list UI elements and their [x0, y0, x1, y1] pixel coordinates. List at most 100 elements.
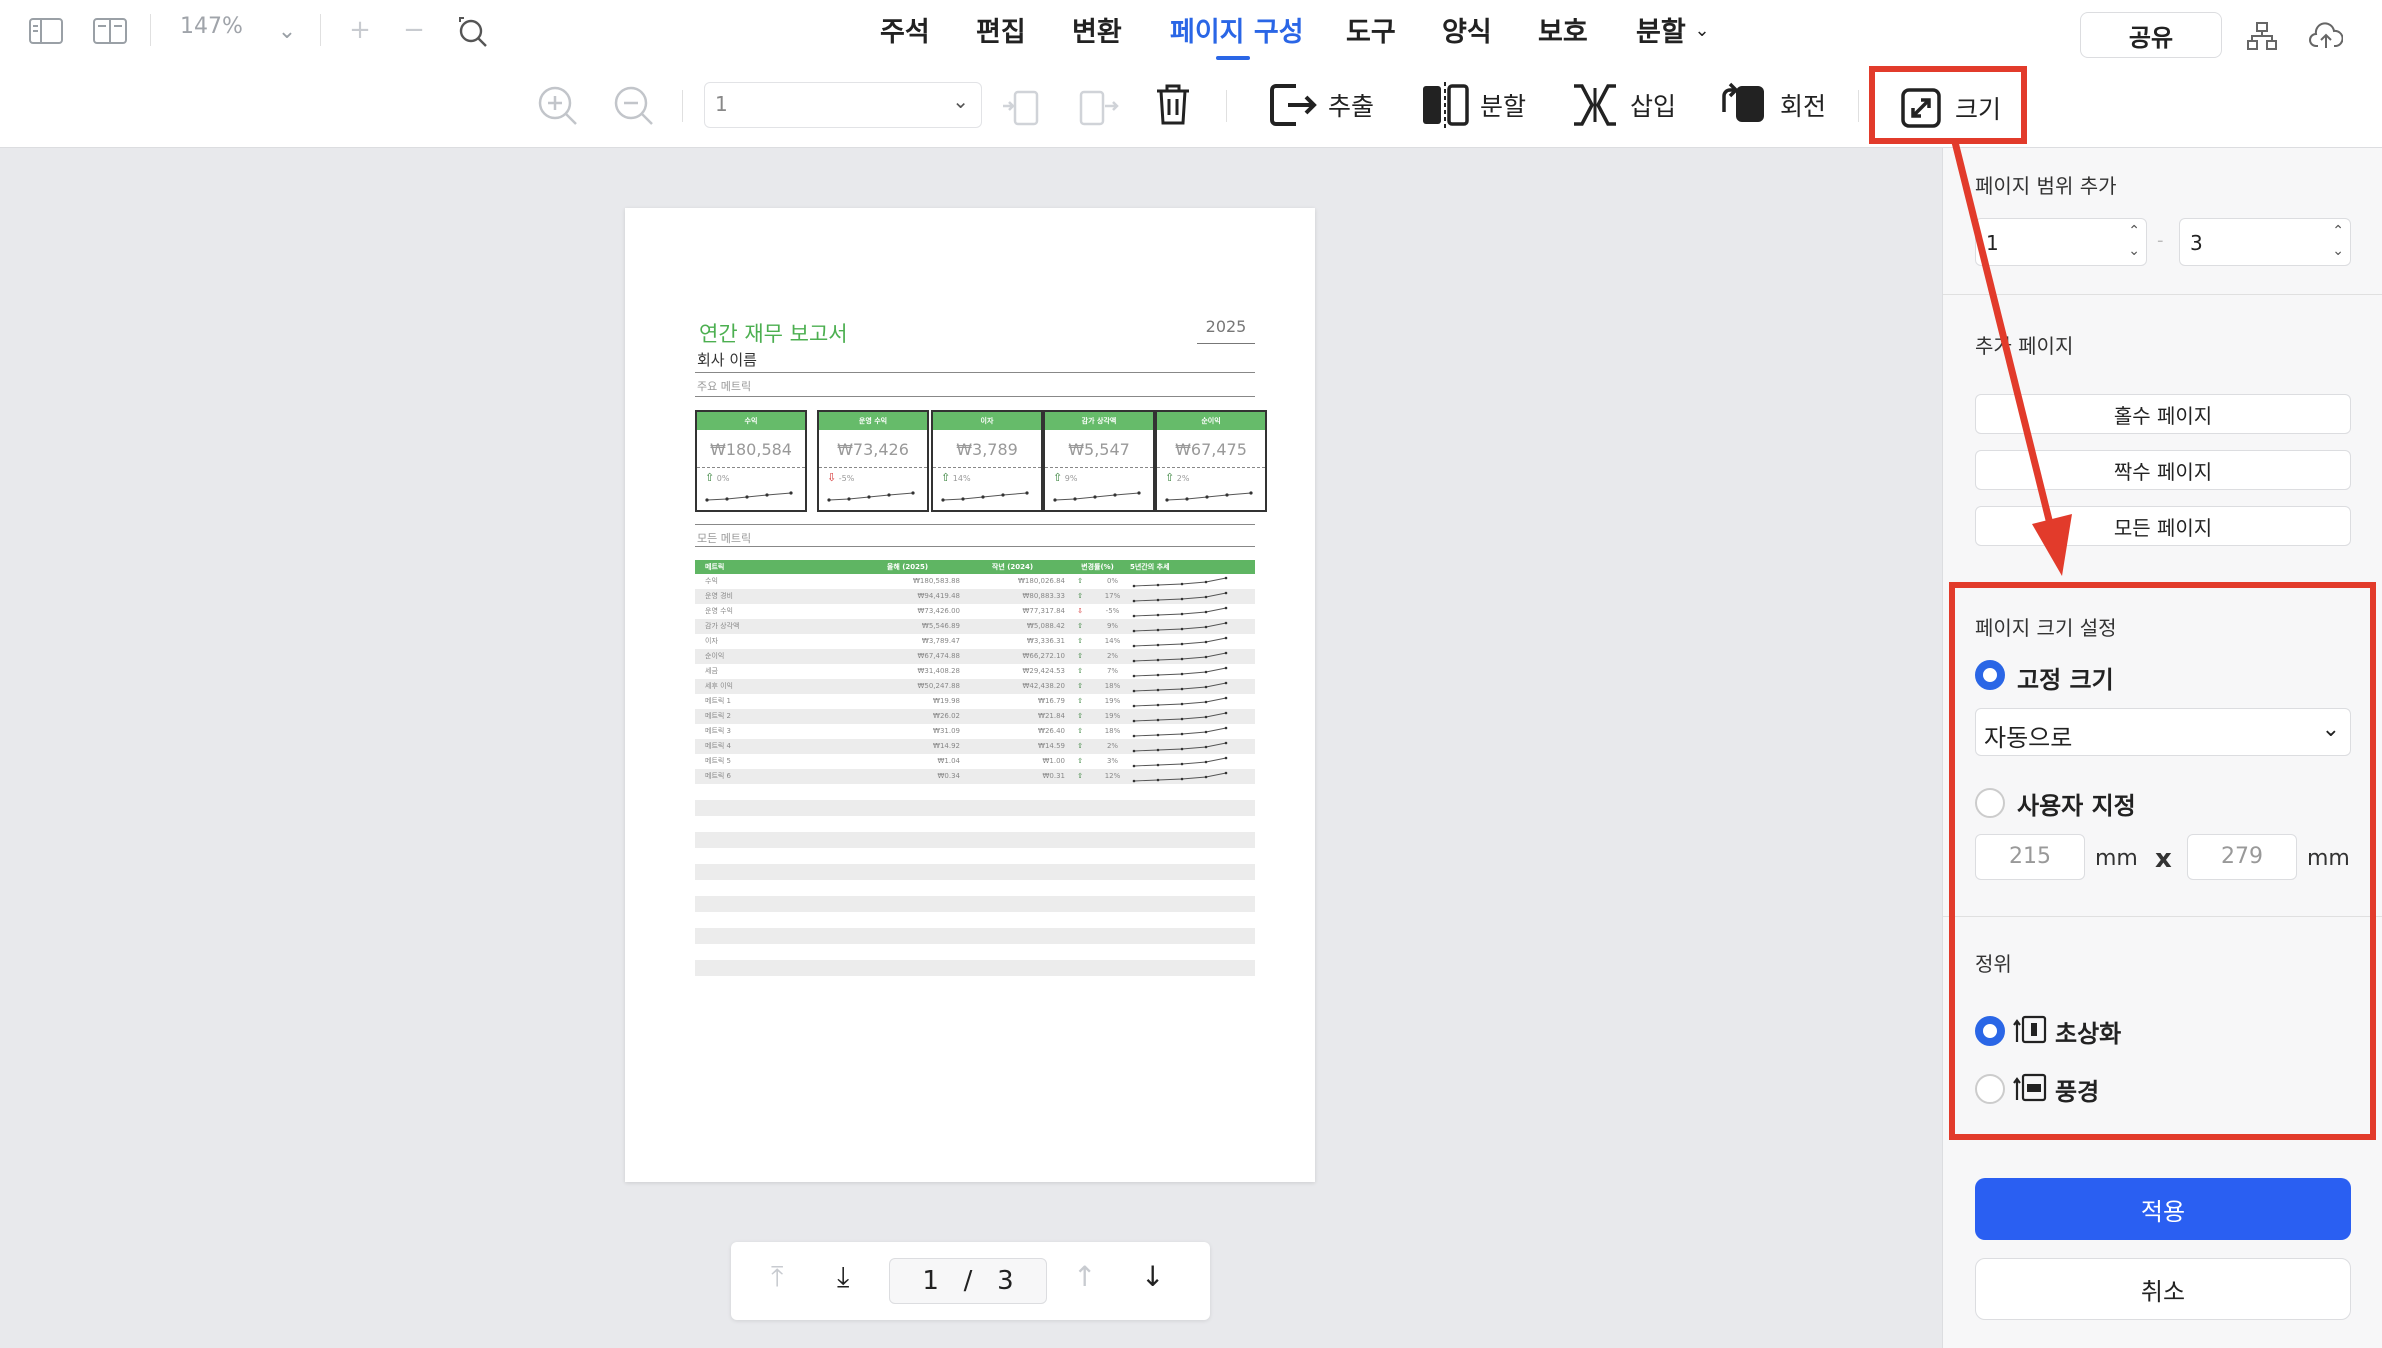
extract-button[interactable]: 추출 — [1268, 80, 1374, 130]
insert-button[interactable]: 삽입 — [1570, 80, 1676, 130]
previous-page-icon[interactable]: ↑ — [1073, 1260, 1096, 1293]
share-button[interactable]: 공유 — [2080, 12, 2222, 58]
metric-name: 감가 상각액 — [705, 622, 740, 630]
cloud-upload-icon[interactable] — [2306, 18, 2346, 54]
change-pct: 12% — [1104, 772, 1121, 780]
tab-forms[interactable]: 양식 — [1442, 10, 1492, 49]
org-chart-icon[interactable] — [2244, 18, 2280, 54]
two-page-view-icon[interactable] — [90, 16, 130, 46]
metric-card-value: ₩180,584 — [697, 430, 805, 468]
arrow-up-icon: ⇧ — [705, 471, 715, 484]
split-button[interactable]: 분할 — [1420, 80, 1526, 130]
zoom-in-plus-icon[interactable]: + — [344, 14, 376, 46]
metric-name: 메트릭 1 — [705, 697, 731, 705]
even-pages-button[interactable]: 짝수 페이지 — [1975, 450, 2351, 490]
divider-line — [695, 524, 1255, 525]
sidebar-toggle-icon[interactable] — [26, 16, 66, 46]
change-pct: 9% — [1106, 622, 1119, 630]
tab-tools[interactable]: 도구 — [1346, 10, 1396, 49]
stepper-icon[interactable]: ⌃ ⌄ — [2128, 221, 2140, 261]
column-header-trend: 5년간의 추세 — [1130, 563, 1170, 571]
split-tab-chevron-icon[interactable]: ⌄ — [1690, 18, 1714, 42]
trend-sparkline — [1130, 679, 1240, 694]
zoom-out-minus-icon[interactable]: − — [398, 14, 430, 46]
arrow-down-icon: ⇩ — [1077, 607, 1083, 615]
resize-icon — [1901, 88, 1941, 128]
tab-split[interactable]: 분할 — [1636, 10, 1686, 49]
size-button[interactable]: 크기 — [1869, 66, 2027, 144]
tab-edit[interactable]: 편집 — [976, 10, 1026, 49]
zoom-out-icon[interactable] — [610, 82, 656, 128]
table-empty-row — [695, 960, 1255, 976]
table-row: 세금 ₩31,408.28 ₩29,424.53 ⇧ 7% — [695, 664, 1255, 679]
arrow-up-icon: ⇧ — [1077, 577, 1083, 585]
metric-card-change: ⇧ 9% — [1045, 468, 1153, 484]
apply-button[interactable]: 적용 — [1975, 1178, 2351, 1240]
top-bar: 147% ⌄ + − 주석 편집 변환 페이지 구성 도구 양식 보호 분할 ⌄… — [0, 0, 2382, 62]
insert-after-icon[interactable] — [1076, 84, 1122, 130]
arrow-up-icon: ⇧ — [1165, 471, 1175, 484]
last-page-icon[interactable]: ⤓ — [837, 1260, 849, 1294]
tab-convert[interactable]: 변환 — [1072, 10, 1122, 49]
toolbar-divider — [150, 14, 151, 46]
trend-sparkline — [1130, 754, 1240, 769]
trash-icon[interactable] — [1150, 82, 1196, 128]
page-indicator[interactable]: 1 / 3 — [889, 1258, 1047, 1304]
panel-divider — [1943, 294, 2382, 295]
change-pct: 17% — [1104, 592, 1121, 600]
range-from-input[interactable]: 1 ⌃ ⌄ — [1975, 218, 2147, 266]
previous-value: ₩77,317.84 — [1022, 607, 1065, 615]
arrow-up-icon: ⇧ — [1077, 697, 1083, 705]
tab-annotate[interactable]: 주석 — [880, 10, 930, 49]
arrow-up-icon: ⇧ — [1077, 757, 1083, 765]
arrow-up-icon: ⇧ — [1077, 727, 1083, 735]
range-from-value: 1 — [1986, 231, 1999, 255]
change-pct: 2% — [1106, 742, 1119, 750]
metric-name: 이자 — [705, 637, 718, 645]
range-to-input[interactable]: 3 ⌃ ⌄ — [2179, 218, 2351, 266]
table-row: 세후 이익 ₩50,247.88 ₩42,438.20 ⇧ 18% — [695, 679, 1255, 694]
size-settings-highlight — [1949, 582, 2376, 1140]
table-empty-row — [695, 896, 1255, 912]
insert-before-icon[interactable] — [998, 84, 1044, 130]
zoom-dropdown-chevron-icon[interactable]: ⌄ — [272, 16, 302, 46]
previous-value: ₩14.59 — [1038, 742, 1065, 750]
table-row: 메트릭 5 ₩1.04 ₩1.00 ⇧ 3% — [695, 754, 1255, 769]
current-value: ₩5,546.89 — [921, 622, 960, 630]
page-navigator: ⤒ ⤓ 1 / 3 ↑ ↓ — [731, 1242, 1210, 1320]
trend-sparkline — [1130, 694, 1240, 709]
cancel-button[interactable]: 취소 — [1975, 1258, 2351, 1320]
metric-card-pct: 14% — [952, 474, 971, 483]
first-page-icon[interactable]: ⤒ — [771, 1260, 783, 1294]
next-page-icon[interactable]: ↓ — [1141, 1260, 1164, 1293]
table-row: 운영 수익 ₩73,426.00 ₩77,317.84 ⇩ -5% — [695, 604, 1255, 619]
tab-protect[interactable]: 보호 — [1538, 10, 1588, 49]
metric-card-title: 이자 — [933, 412, 1041, 430]
document-page[interactable]: 연간 재무 보고서 회사 이름 2025 주요 메트릭 수익 ₩180,584 ⇧ … — [625, 208, 1315, 1182]
zoom-in-icon[interactable] — [534, 82, 580, 128]
rotate-button[interactable]: 회전 — [1720, 80, 1826, 130]
metric-name: 메트릭 4 — [705, 742, 731, 750]
all-pages-button[interactable]: 모든 페이지 — [1975, 506, 2351, 546]
sparkline-icon — [1132, 621, 1228, 633]
table-empty-row — [695, 800, 1255, 816]
rotate-label: 회전 — [1780, 92, 1827, 121]
sparkline-icon — [1132, 666, 1228, 678]
metric-card: 감가 상각액 ₩5,547 ⇧ 9% — [1043, 410, 1155, 512]
metric-name: 운영 수익 — [705, 607, 733, 615]
odd-pages-button[interactable]: 홀수 페이지 — [1975, 394, 2351, 434]
change-pct: 2% — [1106, 652, 1119, 660]
page-number-select[interactable]: 1 ⌄ — [704, 82, 982, 128]
previous-value: ₩0.31 — [1042, 772, 1065, 780]
stepper-icon[interactable]: ⌃ ⌄ — [2332, 221, 2344, 261]
previous-value: ₩80,883.33 — [1022, 592, 1065, 600]
search-zoom-icon[interactable] — [454, 14, 490, 50]
zoom-level[interactable]: 147% — [180, 14, 243, 39]
sparkline-icon — [1132, 591, 1228, 603]
tab-page-organize[interactable]: 페이지 구성 — [1170, 10, 1304, 49]
metric-card-pct: -5% — [838, 474, 855, 483]
current-value: ₩19.98 — [933, 697, 960, 705]
key-metrics-label: 주요 메트릭 — [697, 380, 752, 393]
current-value: ₩0.34 — [937, 772, 960, 780]
current-page: 1 — [922, 1266, 939, 1296]
